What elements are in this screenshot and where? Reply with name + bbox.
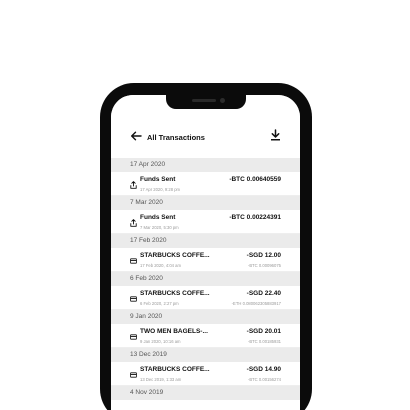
date-header: 17 Feb 2020 <box>111 234 300 248</box>
transaction-crypto-amount: -ETH 0.080062305883917 <box>231 300 281 306</box>
transaction-amount: -SGD 14.90 <box>246 366 281 373</box>
transaction-amount: -SGD 20.01 <box>246 328 281 335</box>
transaction-name: STARBUCKS COFFE... <box>140 290 210 297</box>
transaction-name: Funds Sent <box>140 176 176 183</box>
transaction-datetime: 9 Jan 2020, 10:16 am <box>140 338 181 344</box>
transaction-name: TWO MEN BAGELS-... <box>140 328 208 335</box>
transaction-crypto-amount: -BTC 0.00185931 <box>247 338 281 344</box>
credit-card-icon <box>130 290 137 302</box>
transaction-name: STARBUCKS COFFE... <box>140 252 210 259</box>
transaction-name: Funds Sent <box>140 214 176 221</box>
share-upload-icon <box>130 214 137 227</box>
transaction-datetime: 17 Apr 2020, 9:28 pm <box>140 186 181 192</box>
transaction-datetime: 13 Dec 2019, 1:33 am <box>140 376 182 382</box>
transaction-datetime: 7 Mar 2020, 5:30 pm <box>140 224 179 230</box>
transaction-name: STARBUCKS COFFE... <box>140 366 210 373</box>
transaction-amount: -BTC 0.00640559 <box>229 176 281 183</box>
arrow-left-icon[interactable] <box>130 130 142 142</box>
page-title: All Transactions <box>147 133 205 142</box>
transaction-list: 17 Apr 2020 Funds Sent 17 Apr 2020, 9:28 p… <box>111 158 300 400</box>
share-upload-icon <box>130 176 137 189</box>
transaction-row[interactable]: STARBUCKS COFFE... 17 Feb 2020, 4:04 am -S… <box>111 248 300 272</box>
transaction-row[interactable]: STARBUCKS COFFE... 6 Feb 2020, 2:27 pm -SG… <box>111 286 300 310</box>
transaction-crypto-amount: -BTC 0.00096075 <box>247 262 281 268</box>
transaction-crypto-amount: -BTC 0.00156274 <box>247 376 281 382</box>
date-header: 7 Mar 2020 <box>111 196 300 210</box>
phone-camera <box>220 98 225 103</box>
transaction-amount: -SGD 22.40 <box>246 290 281 297</box>
credit-card-icon <box>130 366 137 378</box>
app-screen: All Transactions 17 Apr 2020 Funds Sent 17… <box>111 95 300 410</box>
date-header: 13 Dec 2019 <box>111 348 300 362</box>
date-header: 4 Nov 2019 <box>111 386 300 400</box>
date-header: 17 Apr 2020 <box>111 158 300 172</box>
transaction-amount: -BTC 0.00224391 <box>229 214 281 221</box>
credit-card-icon <box>130 252 137 264</box>
date-header: 9 Jan 2020 <box>111 310 300 324</box>
transaction-amount: -SGD 12.00 <box>246 252 281 259</box>
phone-speaker <box>192 99 216 102</box>
date-header: 6 Feb 2020 <box>111 272 300 286</box>
transaction-row[interactable]: STARBUCKS COFFE... 13 Dec 2019, 1:33 am -S… <box>111 362 300 386</box>
credit-card-icon <box>130 328 137 340</box>
download-icon[interactable] <box>270 129 281 141</box>
transaction-row[interactable]: Funds Sent 17 Apr 2020, 9:28 pm -BTC 0.006… <box>111 172 300 196</box>
transaction-datetime: 17 Feb 2020, 4:04 am <box>140 262 181 268</box>
transaction-row[interactable]: TWO MEN BAGELS-... 9 Jan 2020, 10:16 am -S… <box>111 324 300 348</box>
transaction-row[interactable]: Funds Sent 7 Mar 2020, 5:30 pm -BTC 0.0022… <box>111 210 300 234</box>
transaction-datetime: 6 Feb 2020, 2:27 pm <box>140 300 179 306</box>
